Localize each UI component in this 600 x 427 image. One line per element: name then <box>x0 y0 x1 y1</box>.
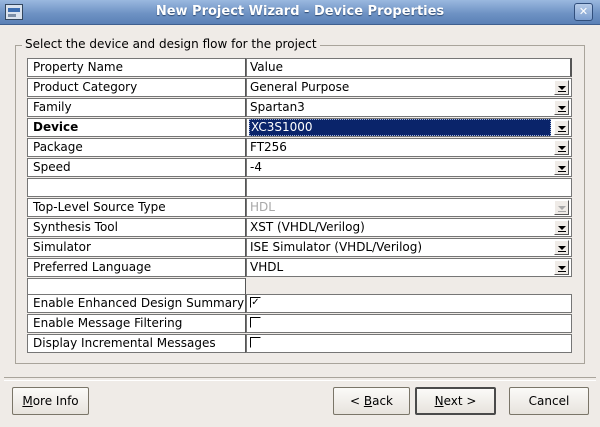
spacer-cell <box>246 178 572 197</box>
device-dropdown[interactable]: XC3S1000 <box>246 118 572 137</box>
table-row: Top-Level Source Type HDL <box>27 198 572 218</box>
spacer-cell <box>27 178 246 197</box>
header-value: Value <box>246 58 572 77</box>
property-name: Speed <box>27 158 246 177</box>
chevron-down-icon[interactable] <box>554 120 569 135</box>
simulator-dropdown[interactable]: ISE Simulator (VHDL/Verilog) <box>246 238 572 257</box>
chevron-down-icon[interactable] <box>554 100 569 115</box>
button-label-prefix: < <box>349 394 364 408</box>
header-property-name: Property Name <box>27 58 246 77</box>
message-filtering-cell <box>246 314 572 333</box>
group-label: Select the device and design flow for th… <box>22 37 320 51</box>
property-name: Synthesis Tool <box>27 218 246 237</box>
property-name: Family <box>27 98 246 117</box>
package-dropdown[interactable]: FT256 <box>246 138 572 157</box>
dropdown-value: XC3S1000 <box>249 119 551 136</box>
chevron-down-icon[interactable] <box>554 220 569 235</box>
mnemonic: B <box>363 394 373 408</box>
incremental-messages-checkbox[interactable] <box>250 337 261 348</box>
preferred-language-dropdown[interactable]: VHDL <box>246 258 572 277</box>
mnemonic: M <box>22 394 33 408</box>
close-button[interactable]: ✕ <box>574 3 593 21</box>
divider <box>4 377 596 381</box>
table-row: Device XC3S1000 <box>27 118 572 138</box>
property-name: Enable Message Filtering <box>27 314 246 333</box>
chevron-down-icon[interactable] <box>554 80 569 95</box>
table-row: Family Spartan3 <box>27 98 572 118</box>
mnemonic: N <box>434 394 444 408</box>
button-label: ext > <box>443 394 477 408</box>
table-header: Property Name Value <box>27 58 572 78</box>
chevron-down-icon[interactable] <box>554 260 569 275</box>
dropdown-value: XST (VHDL/Verilog) <box>250 220 365 234</box>
top-level-source-type-dropdown: HDL <box>246 198 572 217</box>
table-row: Simulator ISE Simulator (VHDL/Verilog) <box>27 238 572 258</box>
table-row: Enable Enhanced Design Summary ✓ <box>27 294 572 314</box>
dropdown-value: General Purpose <box>250 80 350 94</box>
property-name: Preferred Language <box>27 258 246 277</box>
speed-dropdown[interactable]: -4 <box>246 158 572 177</box>
cancel-button[interactable]: Cancel <box>509 387 589 415</box>
dropdown-value: Spartan3 <box>250 100 305 114</box>
chevron-down-icon[interactable] <box>554 160 569 175</box>
enhanced-design-summary-checkbox[interactable]: ✓ <box>250 297 261 308</box>
table-row: Package FT256 <box>27 138 572 158</box>
property-name: Product Category <box>27 78 246 97</box>
table-row: Synthesis Tool XST (VHDL/Verilog) <box>27 218 572 238</box>
chevron-down-icon[interactable] <box>554 140 569 155</box>
table-row: Enable Message Filtering <box>27 314 572 334</box>
next-button[interactable]: Next > <box>415 387 496 415</box>
dropdown-value: HDL <box>250 200 275 214</box>
property-name: Package <box>27 138 246 157</box>
dropdown-value: ISE Simulator (VHDL/Verilog) <box>250 240 423 254</box>
window-title: New Project Wizard - Device Properties <box>155 4 445 19</box>
chevron-down-icon[interactable] <box>554 240 569 255</box>
table-row: Preferred Language VHDL <box>27 258 572 278</box>
chevron-down-icon <box>554 200 569 215</box>
table-row: Speed -4 <box>27 158 572 178</box>
property-name: Simulator <box>27 238 246 257</box>
product-category-dropdown[interactable]: General Purpose <box>246 78 572 97</box>
back-button[interactable]: < Back <box>333 387 410 415</box>
incremental-messages-cell <box>246 334 572 353</box>
table-row: Display Incremental Messages <box>27 334 572 354</box>
button-label: ore Info <box>32 394 79 408</box>
spacer-row <box>27 178 572 198</box>
message-filtering-checkbox[interactable] <box>250 317 261 328</box>
property-name: Device <box>27 118 246 137</box>
property-name: Display Incremental Messages <box>27 334 246 353</box>
more-info-button[interactable]: More Info <box>12 387 89 415</box>
button-label: ack <box>372 394 393 408</box>
synthesis-tool-dropdown[interactable]: XST (VHDL/Verilog) <box>246 218 572 237</box>
dropdown-value: VHDL <box>250 260 284 274</box>
table-row: Product Category General Purpose <box>27 78 572 98</box>
property-name: Top-Level Source Type <box>27 198 246 217</box>
close-icon: ✕ <box>578 5 589 18</box>
property-name: Enable Enhanced Design Summary <box>27 294 246 313</box>
enhanced-design-summary-cell: ✓ <box>246 294 572 313</box>
family-dropdown[interactable]: Spartan3 <box>246 98 572 117</box>
dropdown-value: FT256 <box>250 140 287 154</box>
title-bar: New Project Wizard - Device Properties ✕ <box>0 0 600 25</box>
dropdown-value: -4 <box>250 160 262 174</box>
